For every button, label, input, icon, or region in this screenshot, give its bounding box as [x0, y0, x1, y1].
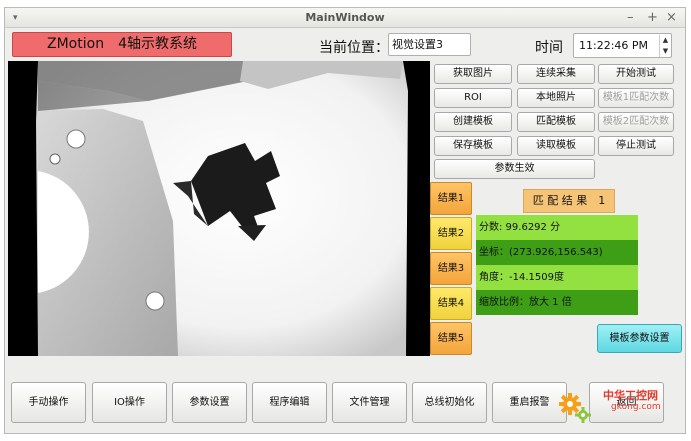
- result-4-button[interactable]: 结果4: [430, 287, 472, 320]
- result-2-button[interactable]: 结果2: [430, 217, 472, 250]
- location-label: 当前位置：: [319, 40, 389, 56]
- get-image-button[interactable]: 获取图片: [434, 64, 512, 84]
- match-result-header: 匹 配 结 果 1: [523, 189, 615, 213]
- apply-params-button[interactable]: 参数生效: [434, 159, 595, 179]
- watermark-url: gkong.com: [611, 402, 661, 412]
- nav-io-button[interactable]: IO操作: [92, 382, 167, 423]
- roi-button[interactable]: ROI: [434, 88, 512, 108]
- create-template-button[interactable]: 创建模板: [434, 112, 512, 132]
- match-angle: 角度：-14.1509度: [476, 265, 638, 290]
- window-title: MainWindow: [305, 11, 385, 24]
- local-photo-button[interactable]: 本地照片: [517, 88, 595, 108]
- close-icon[interactable]: ×: [666, 8, 677, 28]
- load-template-button[interactable]: 读取模板: [517, 136, 595, 156]
- template-params-button[interactable]: 模板参数设置: [597, 324, 682, 353]
- camera-image: [8, 61, 430, 356]
- chevron-down-icon[interactable]: ▼: [660, 46, 671, 57]
- template1-match-count-button[interactable]: 模板1匹配次数: [598, 88, 674, 108]
- chevron-up-icon[interactable]: ▲: [660, 35, 671, 46]
- result-3-button[interactable]: 结果3: [430, 252, 472, 285]
- match-template-button[interactable]: 匹配模板: [517, 112, 595, 132]
- nav-files-button[interactable]: 文件管理: [332, 382, 407, 423]
- stop-test-button[interactable]: 停止测试: [598, 136, 674, 156]
- nav-restart-alarm-button[interactable]: 重启报警: [492, 382, 567, 423]
- nav-params-button[interactable]: 参数设置: [172, 382, 247, 423]
- time-spinbox[interactable]: 11:22:46 PM ▲ ▼: [573, 33, 672, 58]
- watermark-title: 中华工控网: [603, 389, 658, 402]
- save-template-button[interactable]: 保存模板: [434, 136, 512, 156]
- nav-manual-button[interactable]: 手动操作: [11, 382, 86, 423]
- nav-program-button[interactable]: 程序编辑: [252, 382, 327, 423]
- match-score: 分数: 99.6292 分: [476, 215, 638, 240]
- camera-view: [8, 61, 430, 356]
- title-bar: ▾ MainWindow – + ×: [5, 8, 685, 28]
- start-test-button[interactable]: 开始测试: [598, 64, 674, 84]
- template2-match-count-button[interactable]: 模板2匹配次数: [598, 112, 674, 132]
- result-5-button[interactable]: 结果5: [430, 322, 472, 355]
- nav-bus-init-button[interactable]: 总线初始化: [412, 382, 487, 423]
- watermark-gear-icon: [557, 389, 593, 425]
- location-field[interactable]: 视觉设置3: [388, 33, 471, 56]
- maximize-icon[interactable]: +: [647, 8, 658, 28]
- app-title-banner: ZMotion 4轴示教系统: [12, 32, 232, 57]
- main-window: ▾ MainWindow – + × ZMotion 4轴示教系统 当前位置： …: [4, 7, 686, 434]
- time-value: 11:22:46 PM: [579, 39, 649, 52]
- minimize-icon[interactable]: –: [627, 8, 634, 28]
- match-scale: 缩放比例：放大 1 倍: [476, 290, 638, 315]
- result-1-button[interactable]: 结果1: [430, 182, 472, 215]
- continuous-capture-button[interactable]: 连续采集: [517, 64, 595, 84]
- match-coordinates: 坐标：(273.926,156.543): [476, 240, 638, 265]
- spin-arrows[interactable]: ▲ ▼: [659, 35, 670, 57]
- time-label: 时间: [535, 40, 563, 56]
